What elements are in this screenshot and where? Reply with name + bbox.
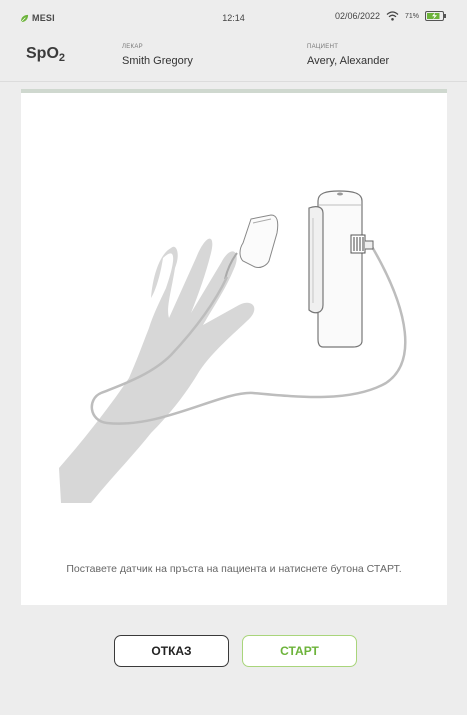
status-date: 02/06/2022	[334, 11, 380, 21]
battery-charging-icon	[425, 11, 446, 21]
status-bar: MESI 12:14 02/06/2022 71%	[0, 0, 467, 36]
status-indicators: 02/06/2022 71%	[335, 11, 447, 21]
battery-percent: 71%	[404, 12, 419, 20]
wifi-icon	[386, 11, 399, 21]
start-button[interactable]: СТАРТ	[242, 635, 357, 667]
page-title: SpO2	[26, 45, 66, 64]
patient-name: Avery, Alexander	[307, 55, 390, 67]
patient-label: ПАЦИЕНТ	[307, 44, 339, 50]
finger-sensor-illustration	[59, 190, 407, 503]
oximeter-device-icon	[308, 190, 374, 348]
instruction-card: Поставете датчик на пръста на пациента и…	[21, 89, 447, 605]
doctor-label: ЛЕКАР	[122, 44, 143, 50]
cancel-button[interactable]: ОТКАЗ	[114, 635, 229, 667]
doctor-name: Smith Gregory	[122, 55, 193, 67]
patient-header: SpO2 ЛЕКАР Smith Gregory ПАЦИЕНТ Avery, …	[0, 36, 467, 82]
instruction-text: Поставете датчик на пръста на пациента и…	[66, 563, 402, 575]
